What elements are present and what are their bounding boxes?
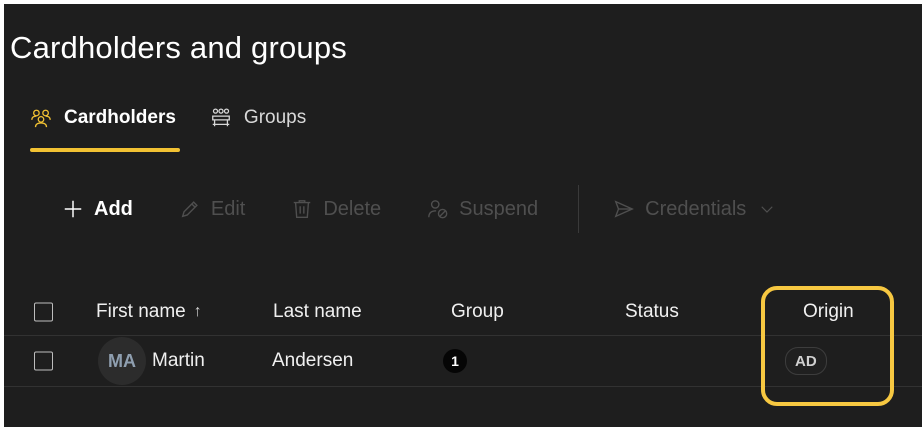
origin-value: AD (795, 352, 817, 370)
page-title: Cardholders and groups (10, 30, 347, 65)
edit-button[interactable]: Edit (179, 192, 245, 226)
chevron-down-icon (761, 206, 773, 213)
column-header-first-name[interactable]: First name ↑ (96, 288, 202, 335)
send-icon (614, 200, 635, 218)
column-header-label: Origin (803, 300, 854, 322)
app-window: Cardholders and groups Cardholders Group… (4, 4, 922, 427)
row-checkbox[interactable] (34, 351, 53, 371)
credentials-button[interactable]: Credentials (613, 192, 776, 226)
plus-icon (64, 200, 82, 218)
group-count-badge[interactable]: 1 (443, 349, 467, 373)
column-header-status[interactable]: Status (625, 288, 679, 335)
avatar: MA (98, 337, 146, 385)
tab-bar: Cardholders Groups (30, 104, 340, 152)
table-header-row: First name ↑ Last name Group Status Orig… (4, 288, 922, 336)
tab-cardholders[interactable]: Cardholders (30, 104, 180, 152)
edit-button-label: Edit (210, 197, 246, 220)
last-name: Andersen (272, 350, 354, 371)
last-name-cell: Andersen (272, 336, 353, 386)
group-count: 1 (451, 353, 459, 369)
column-header-label: Status (625, 300, 679, 322)
column-header-label: Group (451, 300, 504, 322)
tab-label: Groups (243, 107, 307, 128)
table-row[interactable]: MA Martin Andersen 1 AD (4, 336, 922, 387)
column-header-origin[interactable]: Origin (803, 288, 854, 335)
select-all-checkbox[interactable] (34, 302, 53, 321)
person-block-icon (428, 200, 448, 219)
origin-badge: AD (785, 347, 827, 375)
origin-cell: AD (785, 336, 827, 386)
add-button-label: Add (94, 197, 133, 220)
column-header-last-name[interactable]: Last name (273, 288, 362, 335)
toolbar-divider (578, 185, 580, 233)
cardholder-name-cell[interactable]: MA Martin (98, 336, 205, 386)
first-name: Martin (152, 350, 205, 371)
group-cell: 1 (443, 336, 467, 386)
sort-ascending-icon: ↑ (193, 302, 202, 320)
active-tab-indicator (30, 148, 180, 152)
delete-button-label: Delete (323, 197, 382, 220)
tab-groups[interactable]: Groups (210, 104, 306, 132)
tab-label: Cardholders (64, 107, 176, 128)
cardholders-table: First name ↑ Last name Group Status Orig… (4, 288, 922, 387)
column-header-label: Last name (273, 300, 362, 322)
cardholders-icon (31, 109, 51, 128)
suspend-button[interactable]: Suspend (427, 192, 538, 226)
credentials-button-label: Credentials (645, 197, 747, 220)
delete-button[interactable]: Delete (291, 192, 381, 226)
add-button[interactable]: Add (62, 192, 133, 226)
suspend-button-label: Suspend (459, 197, 539, 220)
column-header-group[interactable]: Group (451, 288, 504, 335)
command-bar: Add Edit Delete Suspend Credentials (62, 185, 776, 233)
avatar-initials: MA (108, 350, 136, 371)
column-header-label: First name (96, 300, 186, 322)
groups-icon (212, 108, 230, 127)
pencil-icon (181, 201, 198, 218)
trash-icon (294, 200, 311, 218)
